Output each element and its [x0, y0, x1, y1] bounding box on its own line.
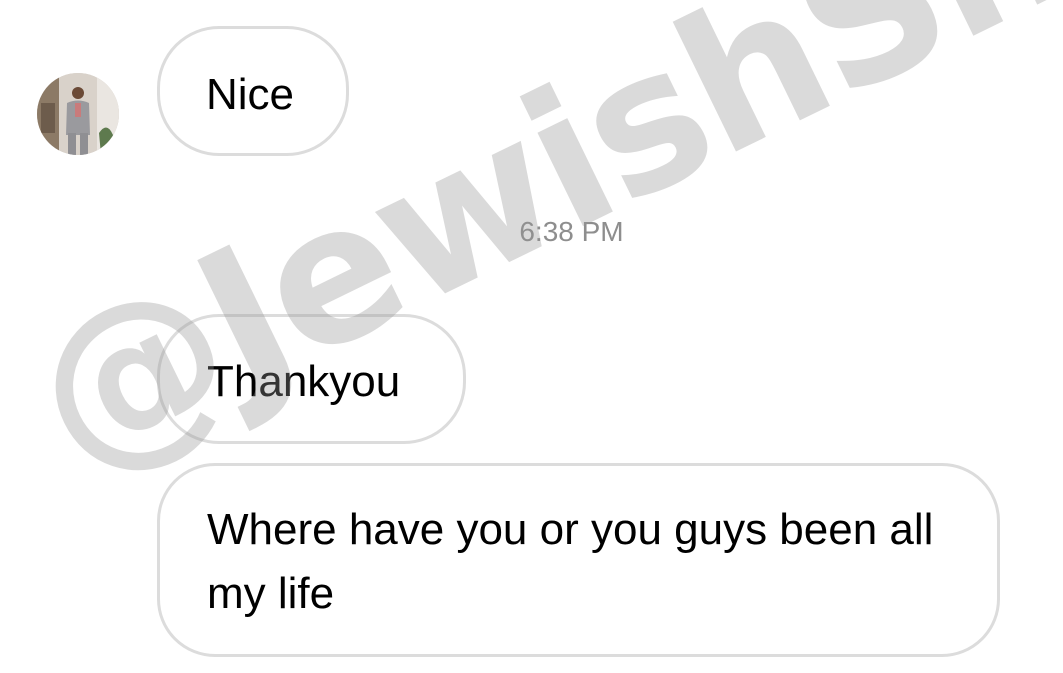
sender-avatar[interactable] — [37, 73, 119, 155]
message-text: Thankyou — [207, 357, 401, 406]
message-bubble[interactable]: Nice — [157, 26, 349, 156]
message-text: Where have you or you guys been all my l… — [207, 505, 934, 618]
message-bubble[interactable]: Thankyou — [157, 314, 466, 444]
profile-photo-icon — [37, 73, 119, 155]
message-text: Nice — [206, 70, 295, 119]
message-timestamp: 6:38 PM — [519, 216, 624, 247]
message-bubble[interactable]: Where have you or you guys been all my l… — [157, 463, 1000, 657]
